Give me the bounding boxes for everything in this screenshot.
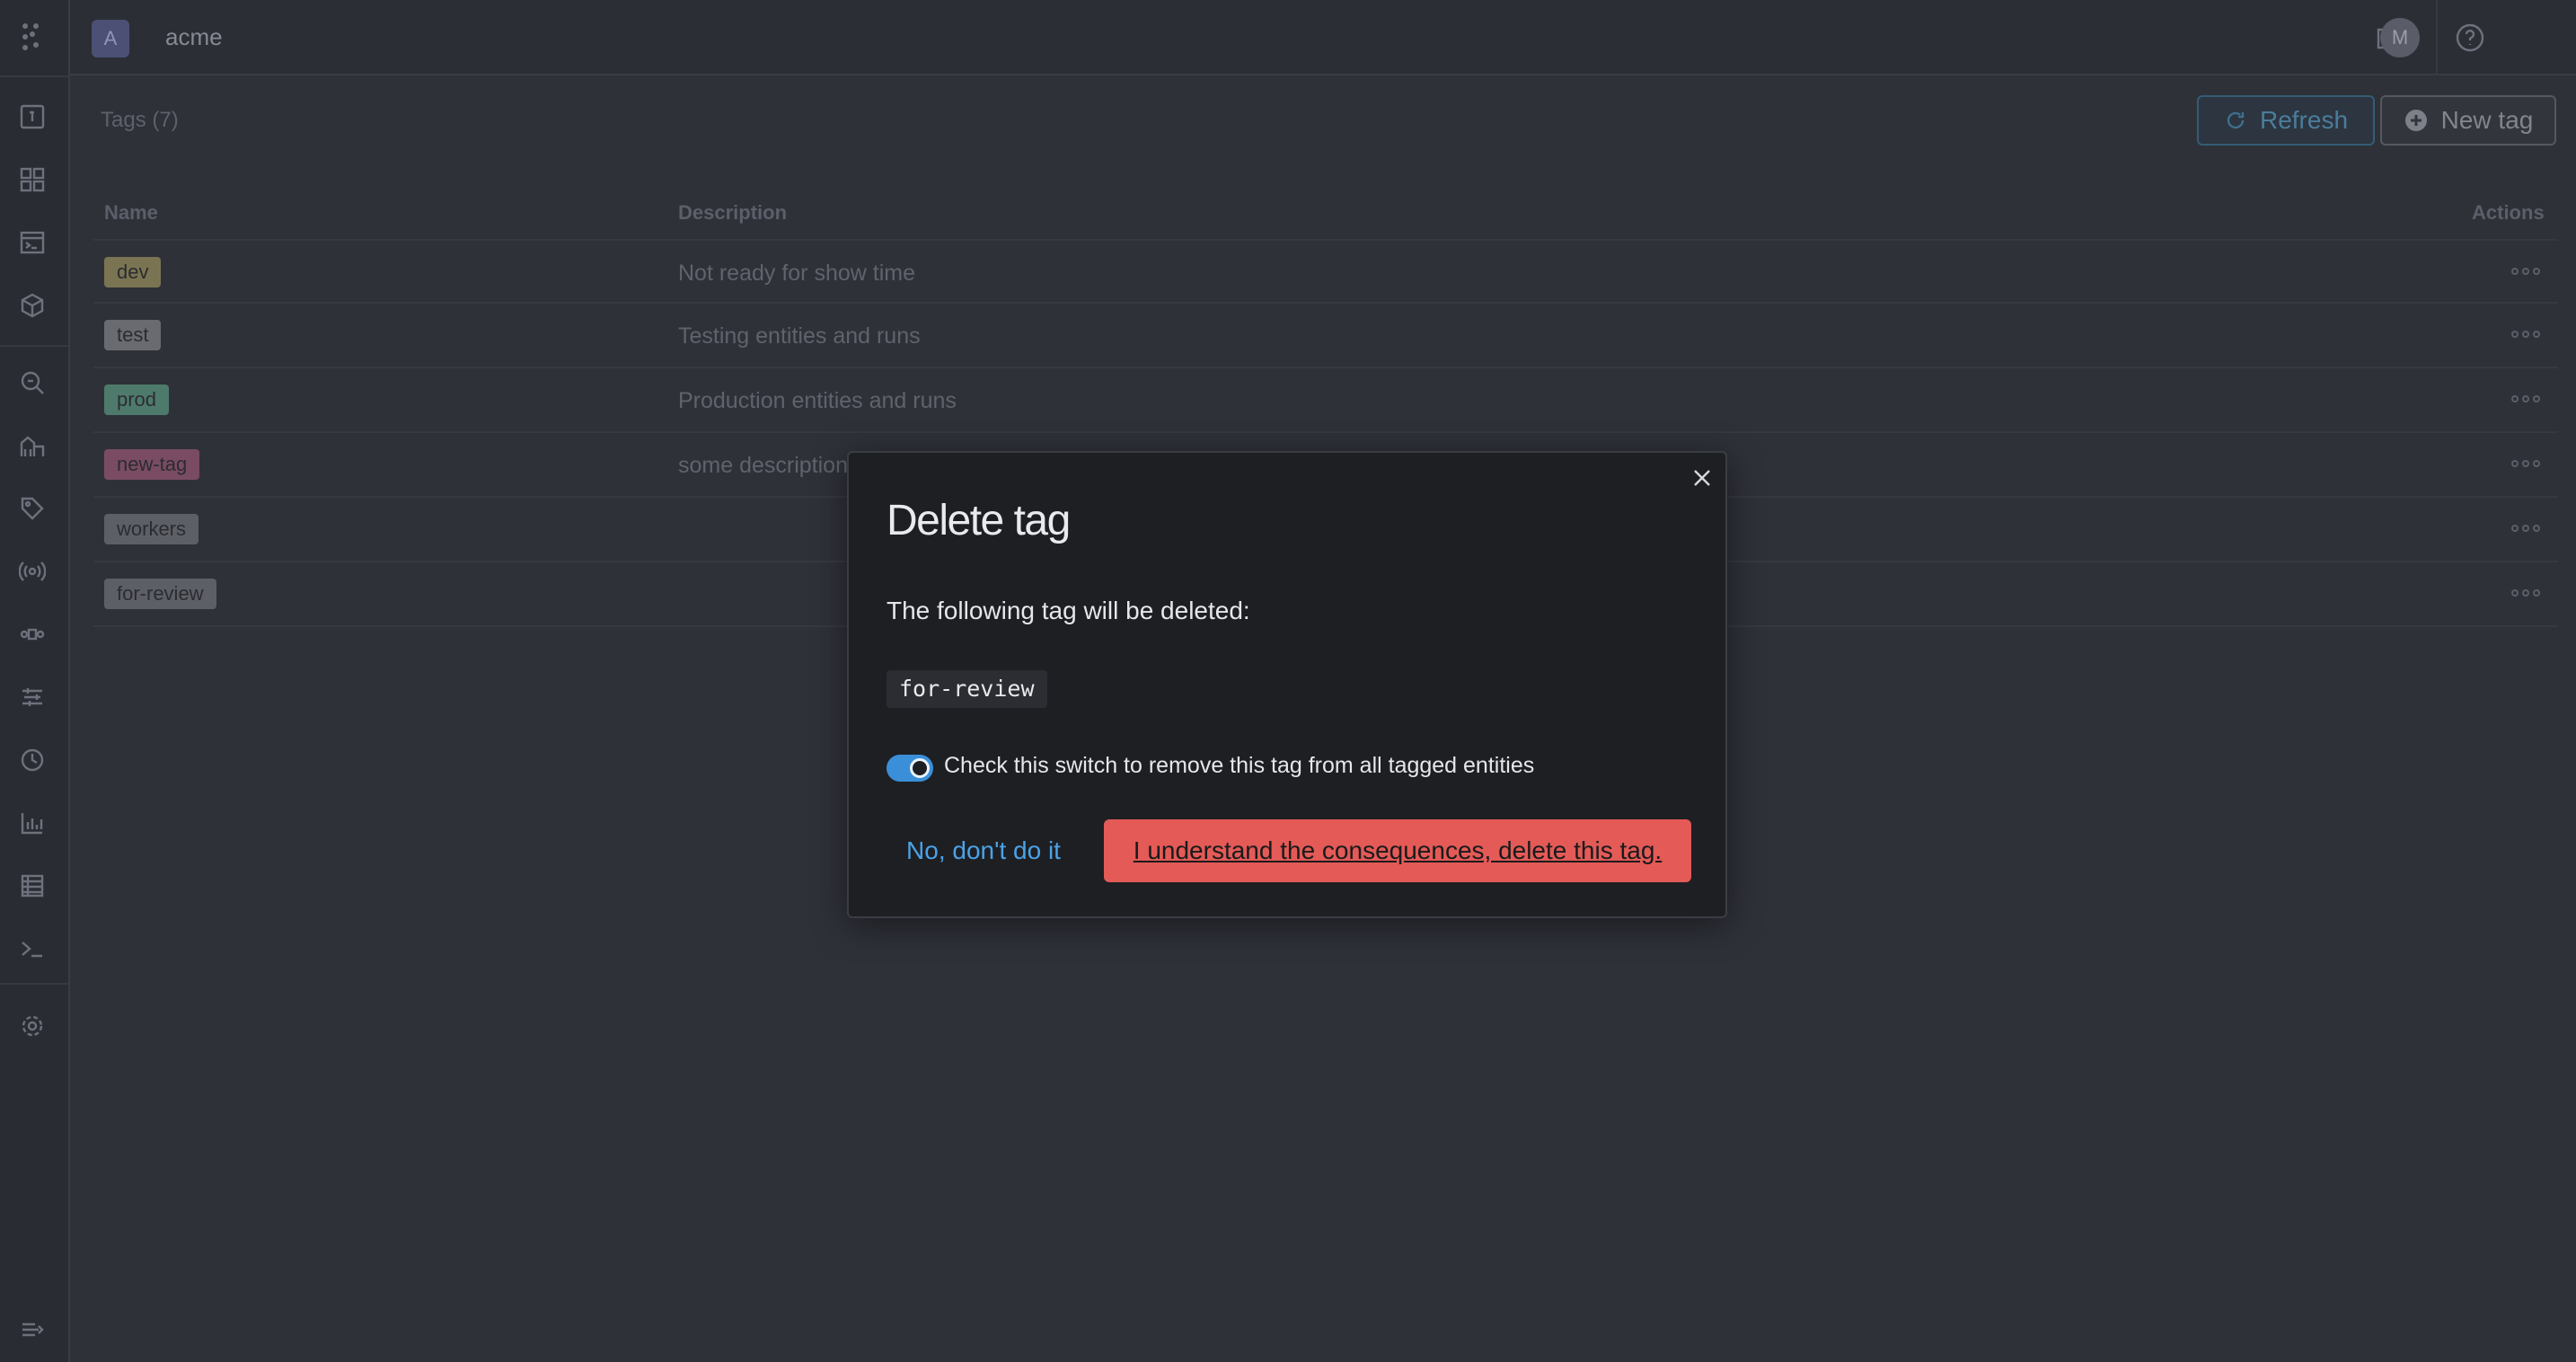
close-icon[interactable] — [1689, 465, 1715, 491]
app: A acme M Tags (7) Refresh New tag Name D… — [0, 0, 2576, 1362]
dialog-title: Delete tag — [887, 497, 1071, 544]
delete-tag-dialog: Delete tag The following tag will be del… — [847, 451, 1727, 918]
confirm-delete-button[interactable]: I understand the consequences, delete th… — [1104, 819, 1691, 882]
cancel-button[interactable]: No, don't do it — [887, 819, 1081, 882]
switch-label[interactable]: Check this switch to remove this tag fro… — [944, 753, 1534, 779]
tag-name-code: for-review — [887, 670, 1047, 708]
dialog-message: The following tag will be deleted: — [887, 597, 1250, 624]
switch-knob — [910, 758, 930, 778]
remove-from-entities-switch[interactable] — [887, 755, 933, 782]
